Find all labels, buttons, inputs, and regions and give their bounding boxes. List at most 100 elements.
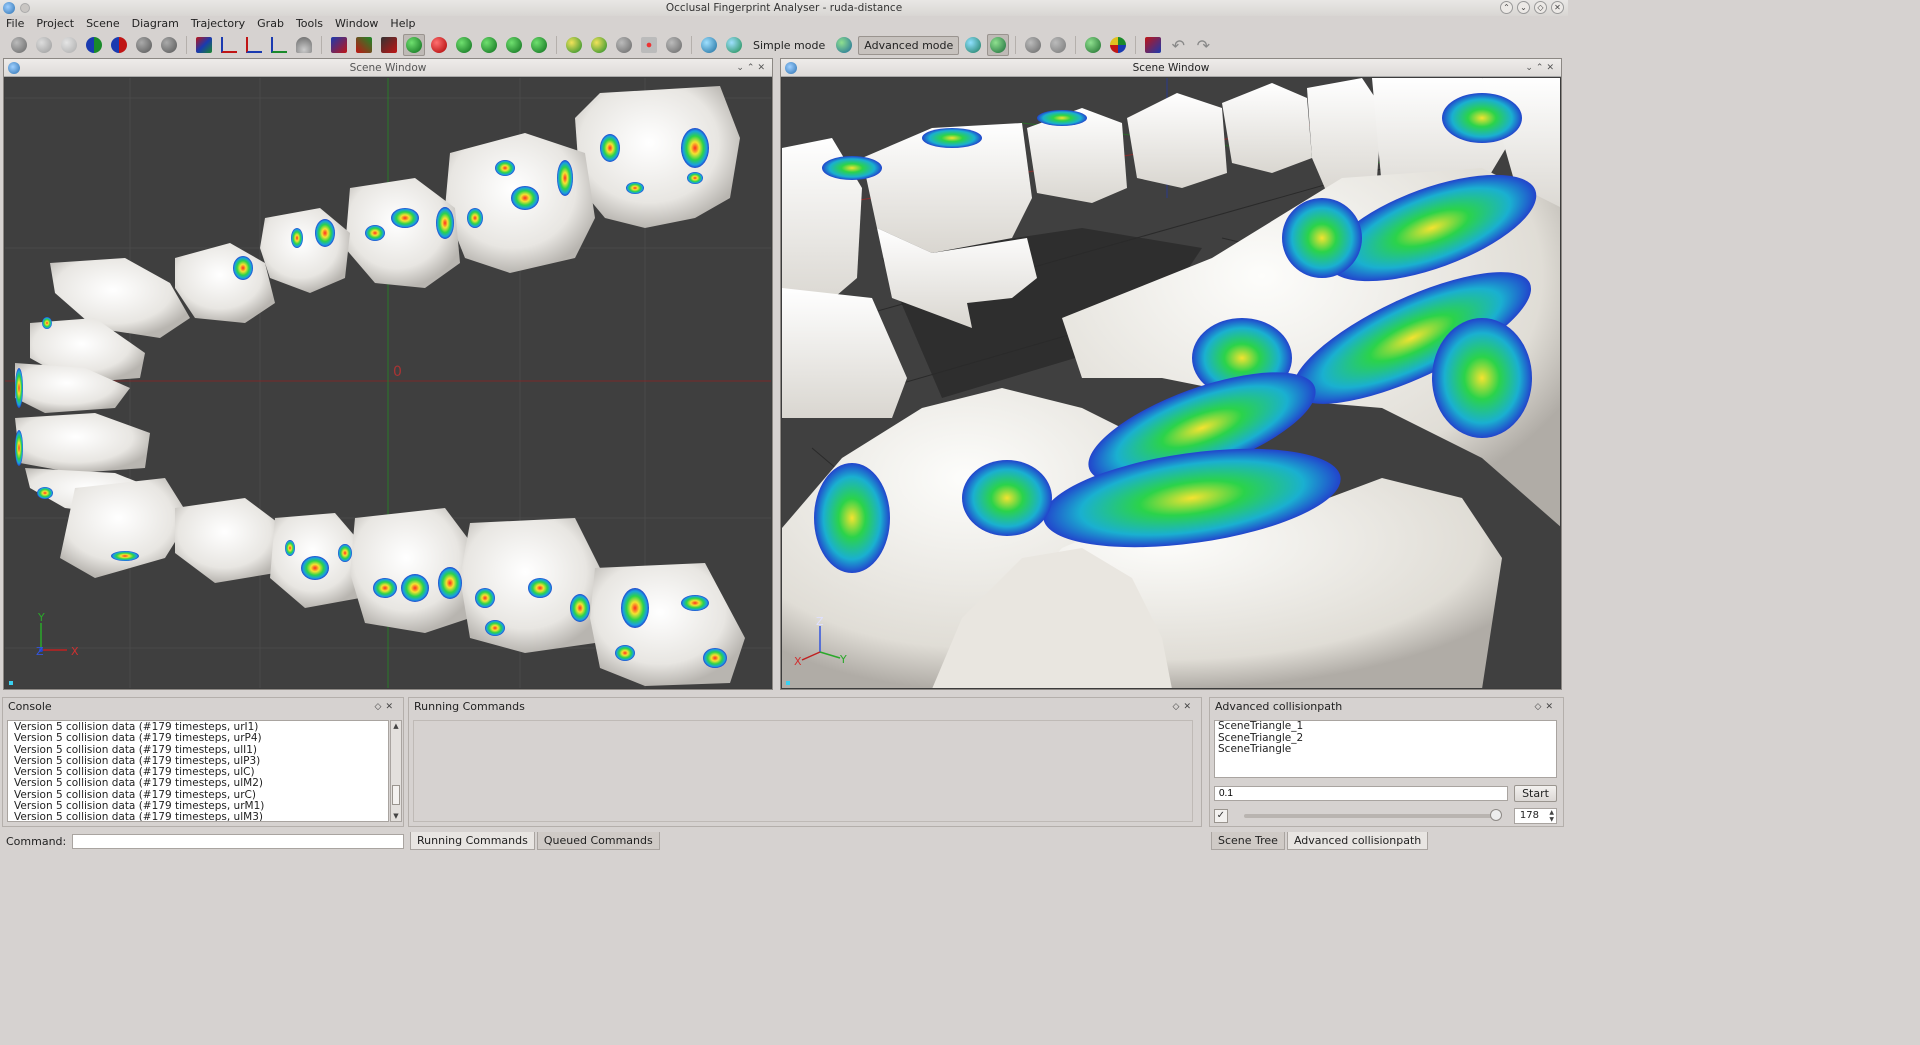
console-output[interactable]: Version 5 collision data (#179 timesteps… [7,720,389,822]
tab-scene-tree[interactable]: Scene Tree [1211,832,1285,850]
cube-dark-icon[interactable] [378,34,400,56]
redo-icon[interactable]: ↷ [1192,34,1214,56]
title-bar: Occlusal Fingerprint Analyser - ruda-dis… [0,0,1568,16]
menu-scene[interactable]: Scene [86,16,128,32]
gray-disabled-icon[interactable] [1047,34,1069,56]
toolbar-separator [1015,36,1017,54]
green-sphere-icon[interactable] [453,34,475,56]
app-icon [3,2,15,14]
undo-icon[interactable]: ↶ [1167,34,1189,56]
green-scene-icon[interactable] [1082,34,1104,56]
running-commands-area [413,720,1193,822]
acp-input-row: Start [1214,785,1557,802]
axis-z-icon[interactable] [268,34,290,56]
network-selected-icon[interactable] [987,34,1010,56]
menu-diagram[interactable]: Diagram [132,16,187,32]
globe-mode-icon[interactable] [833,34,855,56]
advanced-collisionpath-dock: Advanced collisionpath ◇✕ SceneTriangle_… [1209,697,1564,827]
sphere-gray-icon[interactable] [8,34,30,56]
tab-running-commands[interactable]: Running Commands [410,832,535,850]
blue-green-objects-icon[interactable] [83,34,105,56]
pair-icon[interactable] [563,34,585,56]
menu-project[interactable]: Project [36,16,82,32]
upper-arch [15,86,740,413]
color-grid-icon[interactable] [1107,34,1129,56]
spin-arrows-icon[interactable]: ▲ ▼ [1549,809,1554,823]
gray-shape-icon[interactable] [158,34,180,56]
console-title: Console ◇✕ [3,698,403,716]
acp-title-label: Advanced collisionpath [1215,700,1343,713]
gray-pair-icon[interactable] [613,34,635,56]
globe-arrow-icon[interactable] [698,34,720,56]
green-sphere-selected-icon[interactable] [403,34,425,56]
scrollbar-thumb[interactable] [392,785,400,805]
tab-queued-commands[interactable]: Queued Commands [536,832,660,850]
occlusal-view-viewport[interactable]: 0 Y Z X [5,78,771,688]
enable-checkbox[interactable]: ✓ [1214,808,1228,823]
tab-advanced-collisionpath[interactable]: Advanced collisionpath [1286,832,1429,850]
restore-icon[interactable]: ⌄ [1517,1,1530,14]
cube-cross-icon[interactable] [353,34,375,56]
globe-arrow-icon[interactable] [723,34,745,56]
list-item[interactable]: SceneTriangle [1218,743,1553,756]
minimize-icon[interactable]: ⌃ [1500,1,1513,14]
axis-y-icon[interactable] [243,34,265,56]
dock-controls[interactable]: ◇✕ [375,698,397,716]
cube-view-icon[interactable] [328,34,350,56]
axis-z-label: Z [816,615,824,628]
advanced-mode-button[interactable]: Advanced mode [858,35,960,55]
scene-window-controls[interactable]: ⌄⌃✕ [1525,59,1557,77]
timestep-spinbox[interactable]: 178 ▲ ▼ [1513,807,1558,824]
menu-tools[interactable]: Tools [296,16,331,32]
gray-blob-icon[interactable] [663,34,685,56]
gray-grid-icon[interactable] [1022,34,1044,56]
colored-cube-icon[interactable] [193,34,215,56]
green-sphere-icon[interactable] [503,34,525,56]
red-sphere-icon[interactable] [428,34,450,56]
sphere-light-icon[interactable] [33,34,55,56]
menu-window[interactable]: Window [335,16,386,32]
menu-file[interactable]: File [6,16,32,32]
green-sphere-icon[interactable] [528,34,550,56]
step-input[interactable] [1214,786,1508,801]
scene-window-controls[interactable]: ⌄⌃✕ [736,59,768,77]
toolbar-separator [1075,36,1077,54]
screenshot-icon[interactable] [1142,34,1164,56]
close-icon[interactable]: ✕ [1551,1,1564,14]
gray-cross-icon[interactable] [133,34,155,56]
command-row: Command: [0,831,405,851]
tooth [590,563,745,686]
timestep-slider[interactable] [1243,808,1502,821]
menu-help[interactable]: Help [390,16,423,32]
menu-trajectory[interactable]: Trajectory [191,16,253,32]
scroll-up-icon[interactable]: ▲ [391,721,401,731]
slider-handle[interactable] [1489,808,1502,821]
menu-grab[interactable]: Grab [257,16,292,32]
perspective-view-viewport[interactable]: Z X Y [782,78,1560,688]
list-item[interactable]: SceneTriangle_1 [1218,720,1553,733]
console-scrollbar[interactable]: ▲ ▼ [390,720,402,822]
console-title-label: Console [8,700,52,713]
pair-icon[interactable] [588,34,610,56]
start-button[interactable]: Start [1514,785,1557,802]
corner-marker [786,681,790,685]
green-sphere-icon[interactable] [478,34,500,56]
command-input[interactable] [72,833,405,849]
network-icon[interactable] [962,34,984,56]
sphere-wire-icon[interactable] [58,34,80,56]
scroll-down-icon[interactable]: ▼ [391,811,401,821]
maximize-icon[interactable]: ◇ [1534,1,1547,14]
scene-window-icon [8,62,20,74]
dock-controls[interactable]: ◇✕ [1173,698,1195,716]
dock-controls[interactable]: ◇✕ [1535,698,1557,716]
simple-mode-button[interactable]: Simple mode [748,37,830,54]
application-window: Occlusal Fingerprint Analyser - ruda-dis… [0,0,1568,853]
dome-icon[interactable] [293,34,315,56]
corner-marker [9,681,13,685]
window-menu-icon[interactable] [20,3,30,13]
scene-triangle-list[interactable]: SceneTriangle_1 SceneTriangle_2 SceneTri… [1214,720,1557,778]
axis-x-icon[interactable] [218,34,240,56]
dotted-cube-icon[interactable] [638,34,660,56]
red-blue-objects-icon[interactable] [108,34,130,56]
running-commands-title-label: Running Commands [414,700,525,713]
